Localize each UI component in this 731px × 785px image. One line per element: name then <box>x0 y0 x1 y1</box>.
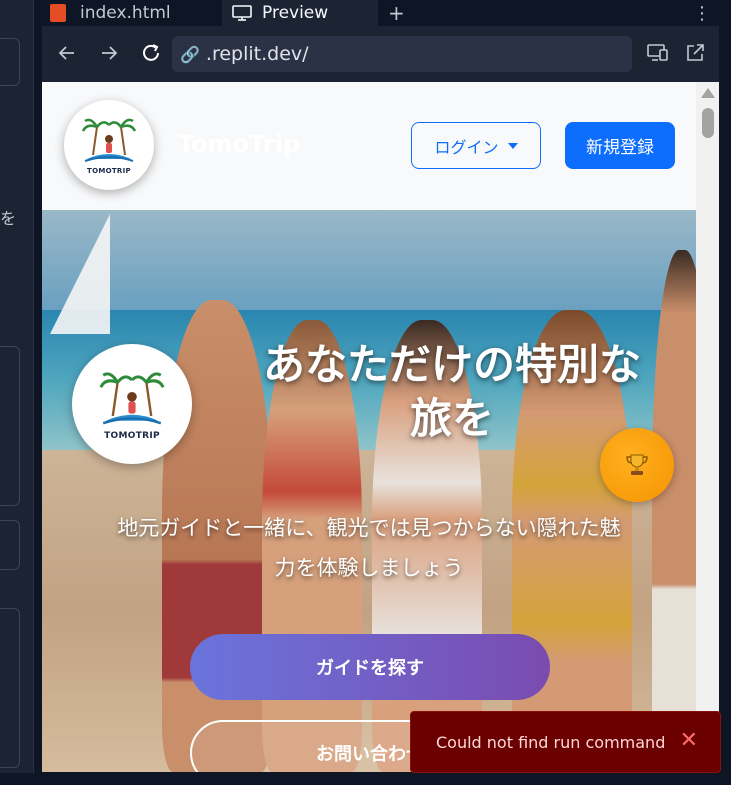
hero-subtitle: 地元ガイドと一緒に、観光では見つからない隠れた魅 力を体験しましょう <box>72 508 666 588</box>
forward-arrow-icon[interactable] <box>98 40 120 66</box>
logo-text: TOMOTRIP <box>87 167 131 175</box>
more-options-icon[interactable]: ⋮ <box>693 0 711 26</box>
login-dropdown-button[interactable]: ログイン <box>411 122 541 169</box>
brand-name[interactable]: TomoTrip <box>178 130 300 158</box>
palm-tree-logo-icon <box>81 118 137 162</box>
scrollbar-thumb[interactable] <box>702 108 714 138</box>
palm-tree-logo-icon <box>99 372 165 425</box>
error-toast: Could not find run command ✕ <box>410 711 721 773</box>
site-header: TOMOTRIP TomoTrip ログイン 新規登録 <box>42 82 696 210</box>
signup-label: 新規登録 <box>586 138 654 158</box>
preview-viewport: TOMOTRIP TomoTrip ログイン 新規登録 TOMOTRIP あなた… <box>42 82 696 772</box>
url-input[interactable]: 🔗 .replit.dev/ <box>172 36 632 72</box>
logo-text: TOMOTRIP <box>104 431 160 441</box>
tab-preview[interactable]: Preview <box>222 0 378 26</box>
close-icon[interactable]: ✕ <box>680 730 698 752</box>
url-text: .replit.dev/ <box>205 43 309 65</box>
site-logo[interactable]: TOMOTRIP <box>64 100 154 190</box>
find-guide-button[interactable]: ガイドを探す <box>190 634 550 700</box>
devices-icon[interactable] <box>646 40 670 66</box>
reload-icon[interactable] <box>140 40 162 66</box>
ide-tab-bar: index.html Preview + ⋮ <box>42 0 731 26</box>
html-file-icon <box>50 4 66 22</box>
caret-down-icon <box>507 142 518 149</box>
hero-title-line: あなただけの特別な <box>262 340 641 389</box>
tab-label: index.html <box>80 3 171 23</box>
trophy-badge[interactable] <box>600 428 674 502</box>
tab-index-html[interactable]: index.html <box>50 0 222 26</box>
hero-subtitle-line: 地元ガイドと一緒に、観光では見つからない隠れた魅 <box>117 516 621 540</box>
left-panel-card[interactable] <box>0 608 20 768</box>
preview-scrollbar[interactable] <box>696 82 719 772</box>
hero-title: あなただけの特別な 旅を <box>222 338 682 446</box>
back-arrow-icon[interactable] <box>56 40 78 66</box>
ide-left-panel: を <box>0 0 34 785</box>
hero-section: TOMOTRIP あなただけの特別な 旅を 地元ガイドと一緒に、観光では見つから… <box>42 210 696 772</box>
ide-right-edge <box>719 26 731 785</box>
scroll-up-icon[interactable] <box>701 88 715 98</box>
signup-button[interactable]: 新規登録 <box>565 122 675 169</box>
left-panel-card[interactable] <box>0 520 20 570</box>
browser-address-bar: 🔗 .replit.dev/ <box>42 26 719 82</box>
link-icon: 🔗 <box>180 44 200 64</box>
left-panel-card[interactable] <box>0 346 20 506</box>
hero-subtitle-line: 力を体験しましょう <box>274 556 464 580</box>
trophy-icon <box>626 454 648 475</box>
open-external-icon[interactable] <box>684 40 708 66</box>
tab-label: Preview <box>262 3 329 23</box>
contact-label: お問い合わせ <box>316 744 424 765</box>
left-panel-text: を <box>0 209 17 228</box>
add-tab-button[interactable]: + <box>388 0 405 26</box>
monitor-icon <box>232 5 252 21</box>
toast-message: Could not find run command <box>436 732 666 752</box>
hero-sky <box>42 210 696 310</box>
find-guide-label: ガイドを探す <box>316 658 424 679</box>
login-label: ログイン <box>434 137 499 157</box>
left-panel-card[interactable] <box>0 38 20 86</box>
sailboat-image <box>50 214 110 334</box>
hero-logo: TOMOTRIP <box>72 344 192 464</box>
ide-bottom-bar <box>0 773 731 785</box>
